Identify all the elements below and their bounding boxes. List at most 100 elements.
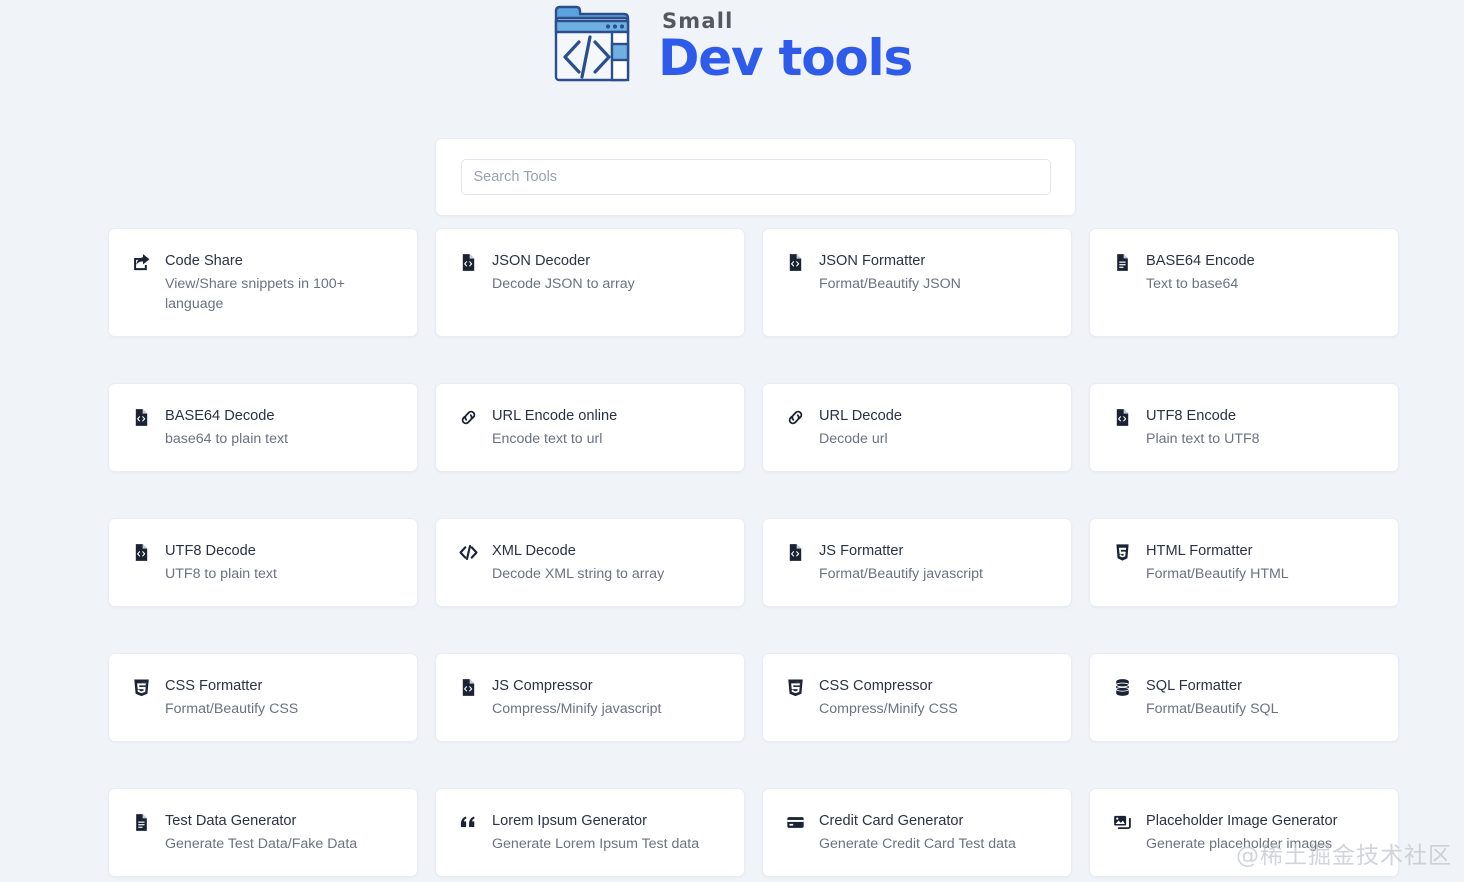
share-square-icon <box>131 252 151 272</box>
tool-card[interactable]: CSS Formatter Format/Beautify CSS <box>108 653 418 742</box>
css3-icon <box>785 677 805 697</box>
tool-card-description: View/Share snippets in 100+ language <box>165 274 350 314</box>
quote-left-icon <box>458 812 478 832</box>
tool-card-body: UTF8 Encode Plain text to UTF8 <box>1146 406 1260 449</box>
tool-card-title: URL Decode <box>819 406 902 426</box>
tool-card-description: Decode XML string to array <box>492 564 664 584</box>
file-code-icon <box>1112 407 1132 427</box>
tool-card-body: Credit Card Generator Generate Credit Car… <box>819 811 1016 854</box>
tool-card[interactable]: Code Share View/Share snippets in 100+ la… <box>108 228 418 337</box>
file-code-icon <box>458 677 478 697</box>
file-code-icon <box>785 252 805 272</box>
tool-card-body: HTML Formatter Format/Beautify HTML <box>1146 541 1289 584</box>
tool-card[interactable]: Placeholder Image Generator Generate plac… <box>1089 788 1399 877</box>
logo[interactable]: Small Dev tools <box>552 4 912 88</box>
tool-card-body: CSS CompressorCompress/Minify CSS <box>819 676 958 719</box>
tool-card-description: Format/Beautify SQL <box>1146 699 1278 719</box>
tool-card[interactable]: XML Decode Decode XML string to array <box>435 518 745 607</box>
tool-card-description: Encode text to url <box>492 429 617 449</box>
link-icon <box>458 407 478 427</box>
tool-card-description: Decode JSON to array <box>492 274 635 294</box>
file-code-icon <box>785 542 805 562</box>
tool-card-body: Code Share View/Share snippets in 100+ la… <box>165 251 350 314</box>
tool-card-description: Format/Beautify CSS <box>165 699 298 719</box>
tool-card-description: Format/Beautify HTML <box>1146 564 1289 584</box>
search-panel <box>435 138 1076 216</box>
tool-card-body: JS CompressorCompress/Minify javascript <box>492 676 662 719</box>
tool-card[interactable]: SQL Formatter Format/Beautify SQL <box>1089 653 1399 742</box>
tool-card[interactable]: JSON FormatterFormat/Beautify JSON <box>762 228 1072 337</box>
tool-card[interactable]: BASE64 Encode Text to base64 <box>1089 228 1399 337</box>
tool-card[interactable]: JS CompressorCompress/Minify javascript <box>435 653 745 742</box>
tool-card-body: SQL Formatter Format/Beautify SQL <box>1146 676 1278 719</box>
tool-card-body: JSON FormatterFormat/Beautify JSON <box>819 251 961 294</box>
file-code-icon <box>131 407 151 427</box>
tool-card-title: JS Formatter <box>819 541 983 561</box>
credit-card-icon <box>785 812 805 832</box>
tool-card[interactable]: JS Formatter Format/Beautify javascript <box>762 518 1072 607</box>
tool-card-description: Format/Beautify javascript <box>819 564 983 584</box>
tool-card-description: Compress/Minify javascript <box>492 699 662 719</box>
file-code-icon <box>131 542 151 562</box>
file-alt-icon <box>1112 252 1132 272</box>
tool-card[interactable]: HTML Formatter Format/Beautify HTML <box>1089 518 1399 607</box>
site-header: Small Dev tools <box>0 0 1464 100</box>
tool-card-description: Generate Credit Card Test data <box>819 834 1016 854</box>
tool-card-title: URL Encode online <box>492 406 617 426</box>
tool-card-title: Lorem Ipsum Generator <box>492 811 699 831</box>
images-icon <box>1112 812 1132 832</box>
tool-card[interactable]: Credit Card Generator Generate Credit Car… <box>762 788 1072 877</box>
tool-card-body: JSON Decoder Decode JSON to array <box>492 251 635 294</box>
logo-wordmark: Small Dev tools <box>658 11 912 83</box>
tool-card-title: Test Data Generator <box>165 811 357 831</box>
tool-card-description: Generate Lorem Ipsum Test data <box>492 834 699 854</box>
tools-grid: Code Share View/Share snippets in 100+ la… <box>108 228 1408 877</box>
tool-card-description: UTF8 to plain text <box>165 564 277 584</box>
tool-card-title: UTF8 Decode <box>165 541 277 561</box>
tool-card-title: Placeholder Image Generator <box>1146 811 1337 831</box>
link-icon <box>785 407 805 427</box>
tool-card-body: URL Encode online Encode text to url <box>492 406 617 449</box>
page-root: Small Dev tools Code Share View/Share sni… <box>0 0 1464 882</box>
tool-card-description: Plain text to UTF8 <box>1146 429 1260 449</box>
tool-card[interactable]: CSS CompressorCompress/Minify CSS <box>762 653 1072 742</box>
tool-card[interactable]: UTF8 Encode Plain text to UTF8 <box>1089 383 1399 472</box>
database-icon <box>1112 677 1132 697</box>
tool-card-title: JSON Formatter <box>819 251 961 271</box>
tool-card[interactable]: Test Data Generator Generate Test Data/Fa… <box>108 788 418 877</box>
search-input[interactable] <box>461 159 1051 195</box>
tool-card-title: Credit Card Generator <box>819 811 1016 831</box>
tool-card-description: Generate Test Data/Fake Data <box>165 834 357 854</box>
tool-card[interactable]: JSON Decoder Decode JSON to array <box>435 228 745 337</box>
tool-card-body: URL Decode Decode url <box>819 406 902 449</box>
tool-card-title: BASE64 Decode <box>165 406 288 426</box>
tool-card-title: CSS Formatter <box>165 676 298 696</box>
tool-card-title: JSON Decoder <box>492 251 635 271</box>
tool-card-title: HTML Formatter <box>1146 541 1289 561</box>
tool-card-title: SQL Formatter <box>1146 676 1278 696</box>
tool-card-body: JS Formatter Format/Beautify javascript <box>819 541 983 584</box>
tool-card-description: base64 to plain text <box>165 429 288 449</box>
tool-card-title: BASE64 Encode <box>1146 251 1255 271</box>
tool-card-title: UTF8 Encode <box>1146 406 1260 426</box>
tool-card-title: Code Share <box>165 251 350 271</box>
tool-card-body: UTF8 Decode UTF8 to plain text <box>165 541 277 584</box>
tool-card-description: Compress/Minify CSS <box>819 699 958 719</box>
tool-card-body: BASE64 Encode Text to base64 <box>1146 251 1255 294</box>
tool-card-title: XML Decode <box>492 541 664 561</box>
css3-icon <box>131 677 151 697</box>
tool-card-body: BASE64 Decode base64 to plain text <box>165 406 288 449</box>
tool-card[interactable]: Lorem Ipsum Generator Generate Lorem Ipsu… <box>435 788 745 877</box>
tool-card-description: Decode url <box>819 429 902 449</box>
tool-card[interactable]: URL Decode Decode url <box>762 383 1072 472</box>
code-icon <box>458 542 478 562</box>
tool-card-body: Lorem Ipsum Generator Generate Lorem Ipsu… <box>492 811 699 854</box>
tool-card[interactable]: URL Encode online Encode text to url <box>435 383 745 472</box>
html5-icon <box>1112 542 1132 562</box>
tool-card-body: Placeholder Image Generator Generate plac… <box>1146 811 1337 854</box>
tool-card-description: Generate placeholder images <box>1146 834 1337 854</box>
tool-card-description: Text to base64 <box>1146 274 1255 294</box>
logo-main-word: Dev tools <box>658 33 912 83</box>
tool-card[interactable]: BASE64 Decode base64 to plain text <box>108 383 418 472</box>
tool-card[interactable]: UTF8 Decode UTF8 to plain text <box>108 518 418 607</box>
